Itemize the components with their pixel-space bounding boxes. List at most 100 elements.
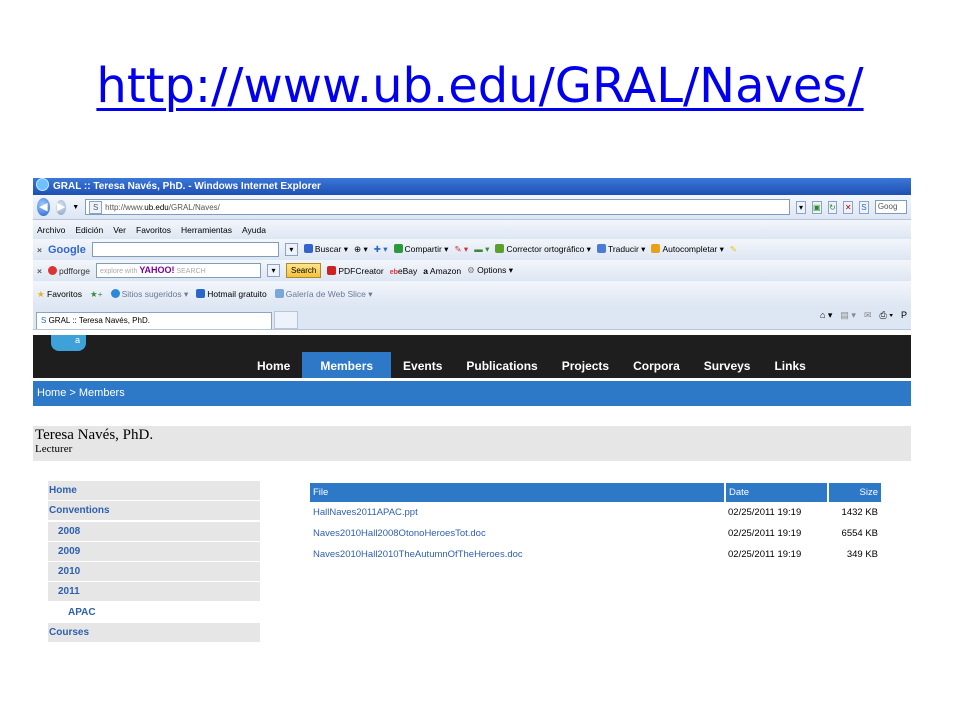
forward-button[interactable]: ▶ (55, 199, 67, 215)
site-nav-projects[interactable]: Projects (550, 355, 621, 378)
address-row: ◀ ▶ ▼ S http://www.ub.edu/GRAL/Naves/ ▾ … (33, 195, 911, 220)
history-dropdown-icon[interactable]: ▼ (72, 204, 79, 211)
hotmail-link[interactable]: Hotmail gratuito (196, 289, 267, 299)
breadcrumb[interactable]: Home > Members (33, 381, 911, 406)
site-logo[interactable]: a (51, 335, 86, 351)
address-dropdown-icon[interactable]: ▾ (796, 200, 806, 214)
search-box[interactable]: Goog (874, 200, 907, 214)
stop-icon[interactable]: ✕ (843, 200, 854, 214)
add-favorite-icon[interactable]: ★+ (90, 289, 103, 300)
url-text: http://www.ub.edu/GRAL/Naves/ (105, 202, 220, 212)
sidebar-item-courses[interactable]: Courses (48, 623, 260, 643)
site-nav-members[interactable]: Members (302, 352, 392, 378)
page-menu[interactable]: P (901, 310, 907, 321)
file-column-header[interactable]: File (310, 483, 726, 502)
tab-row: S GRAL :: Teresa Navés, PhD. ⌂ ▾ ▤ ▾ ✉ ⎙… (33, 307, 911, 330)
file-link[interactable]: Naves2010Hall2010TheAutumnOfTheHeroes.do… (310, 544, 725, 565)
buscar-button[interactable]: Buscar ▾ (303, 244, 348, 255)
options-button[interactable]: ⚙ Options ▾ (467, 265, 513, 276)
refresh-icon[interactable]: ↻ (827, 200, 838, 214)
person-header: Teresa Navés, PhD. Lecturer (33, 426, 911, 461)
site-nav-home[interactable]: Home (245, 355, 302, 378)
site-nav-events[interactable]: Events (391, 355, 454, 378)
window-title-bar: GRAL :: Teresa Navés, PhD. - Windows Int… (33, 178, 911, 195)
menu-archivo[interactable]: Archivo (37, 225, 65, 235)
site-nav-publications[interactable]: Publications (454, 355, 549, 378)
galeria-link[interactable]: Galería de Web Slice ▾ (274, 288, 373, 300)
corrector-button[interactable]: Corrector ortográfico ▾ (495, 244, 591, 255)
page-icon: S (89, 200, 103, 214)
home-icon[interactable]: ⌂ ▾ (820, 310, 832, 321)
compartir-button[interactable]: Compartir ▾ (393, 244, 448, 255)
tab-gral[interactable]: S GRAL :: Teresa Navés, PhD. (36, 312, 272, 329)
highlight-pen-icon[interactable]: ✎ (730, 244, 737, 255)
table-row: HallNaves2011APAC.ppt 02/25/2011 19:19 143… (310, 502, 881, 523)
toolbar-puzzle-icon[interactable]: ✚ ▾ (374, 244, 388, 255)
slide-title-link[interactable]: http://www.ub.edu/GRAL/Naves/ (0, 58, 960, 114)
files-table: File Date Size HallNaves2011APAC.ppt 02/2… (310, 483, 881, 565)
site-nav-surveys[interactable]: Surveys (692, 355, 763, 378)
file-date: 02/25/2011 19:19 (728, 507, 802, 518)
ie-icon (36, 178, 49, 191)
address-bar[interactable]: S http://www.ub.edu/GRAL/Naves/ (85, 199, 791, 215)
close-pdfforge-icon[interactable]: × (37, 266, 42, 276)
pdfforge-toolbar: × pdfforge explore with YAHOO! SEARCH ▾ … (33, 260, 911, 282)
amazon-button[interactable]: a Amazon (423, 266, 461, 276)
yahoo-search-input[interactable]: explore with YAHOO! SEARCH (96, 263, 262, 278)
file-link[interactable]: Naves2010Hall2008OtonoHeroesTot.doc (310, 523, 725, 544)
site-nav-corpora[interactable]: Corpora (621, 355, 692, 378)
file-date: 02/25/2011 19:19 (728, 549, 802, 560)
site-navbar: a Home Members Events Publications Projects C… (33, 335, 911, 378)
google-toolbar: × Google ▾ Buscar ▾ ⊕ ▾ ✚ ▾ Compartir ▾ … (33, 239, 911, 261)
menu-herramientas[interactable]: Herramientas (181, 225, 232, 235)
sidebar-item-apac[interactable]: APAC (48, 602, 260, 622)
search-provider-icon[interactable]: S (859, 200, 869, 214)
menu-ver[interactable]: Ver (113, 225, 126, 235)
menu-edicin[interactable]: Edición (75, 225, 103, 235)
pdfcreator-button[interactable]: PDFCreator (327, 265, 384, 276)
file-size: 349 KB (846, 549, 878, 560)
sidebar-item-2011[interactable]: 2011 (48, 582, 260, 602)
sidebar-menu: Home Conventions 2008 2009 2010 2011 APAC Cours… (48, 481, 260, 643)
window-title: GRAL :: Teresa Navés, PhD. - Windows Int… (53, 181, 321, 192)
file-size: 6554 KB (841, 528, 878, 539)
close-toolbar-icon[interactable]: × (37, 245, 42, 255)
menu-bar: Archivo Edición Ver Favoritos Herramientas Ay… (33, 220, 911, 240)
feeds-icon[interactable]: ▤ ▾ (840, 310, 856, 321)
file-link[interactable]: HallNaves2011APAC.ppt (310, 502, 725, 523)
bookmark-icon[interactable]: ▬ ▾ (474, 244, 489, 255)
google-search-input[interactable] (91, 242, 279, 257)
google-dropdown-icon[interactable]: ▾ (284, 243, 298, 256)
compat-view-icon[interactable]: ▣ (811, 200, 822, 214)
favoritos-button[interactable]: ★ Favoritos (37, 289, 82, 300)
sidebar-item-2008[interactable]: 2008 (48, 521, 260, 541)
toolbar-misc-icon[interactable]: ⊕ ▾ (354, 244, 368, 255)
sidebar-item-home[interactable]: Home (48, 481, 260, 500)
menu-favoritos[interactable]: Favoritos (136, 225, 171, 235)
ebay-button[interactable]: ebeBay (390, 266, 418, 276)
yahoo-search-button[interactable]: Search (286, 263, 322, 278)
yahoo-dropdown-icon[interactable]: ▾ (267, 264, 281, 277)
sidewiki-icon[interactable]: ✎ ▾ (454, 244, 468, 255)
date-column-header[interactable]: Date (725, 483, 829, 502)
table-row: Naves2010Hall2008OtonoHeroesTot.doc 02/25… (310, 523, 881, 544)
mail-icon[interactable]: ✉ (864, 310, 872, 321)
person-role: Lecturer (35, 443, 73, 455)
table-row: Naves2010Hall2010TheAutumnOfTheHeroes.do… (310, 544, 881, 565)
print-icon[interactable]: ⎙ ▾ (880, 310, 893, 321)
site-nav-links[interactable]: Links (762, 355, 817, 378)
size-column-header[interactable]: Size (828, 483, 881, 502)
sidebar-item-2009[interactable]: 2009 (48, 541, 260, 561)
new-tab-button[interactable] (274, 311, 298, 329)
google-logo: Google (47, 243, 86, 256)
browser-screenshot: GRAL :: Teresa Navés, PhD. - Windows Int… (33, 178, 911, 650)
back-button[interactable]: ◀ (37, 198, 50, 216)
menu-ayuda[interactable]: Ayuda (242, 225, 266, 235)
traducir-button[interactable]: Traducir ▾ (596, 244, 645, 255)
autocompletar-button[interactable]: Autocompletar ▾ (651, 244, 724, 255)
file-date: 02/25/2011 19:19 (728, 528, 802, 539)
sidebar-item-conventions[interactable]: Conventions (48, 501, 260, 521)
sidebar-item-2010[interactable]: 2010 (48, 562, 260, 582)
sitios-sugeridos-link[interactable]: Sitios sugeridos ▾ (110, 288, 188, 300)
favorites-bar: ★ Favoritos ★+ Sitios sugeridos ▾ Hotmai… (33, 281, 911, 308)
